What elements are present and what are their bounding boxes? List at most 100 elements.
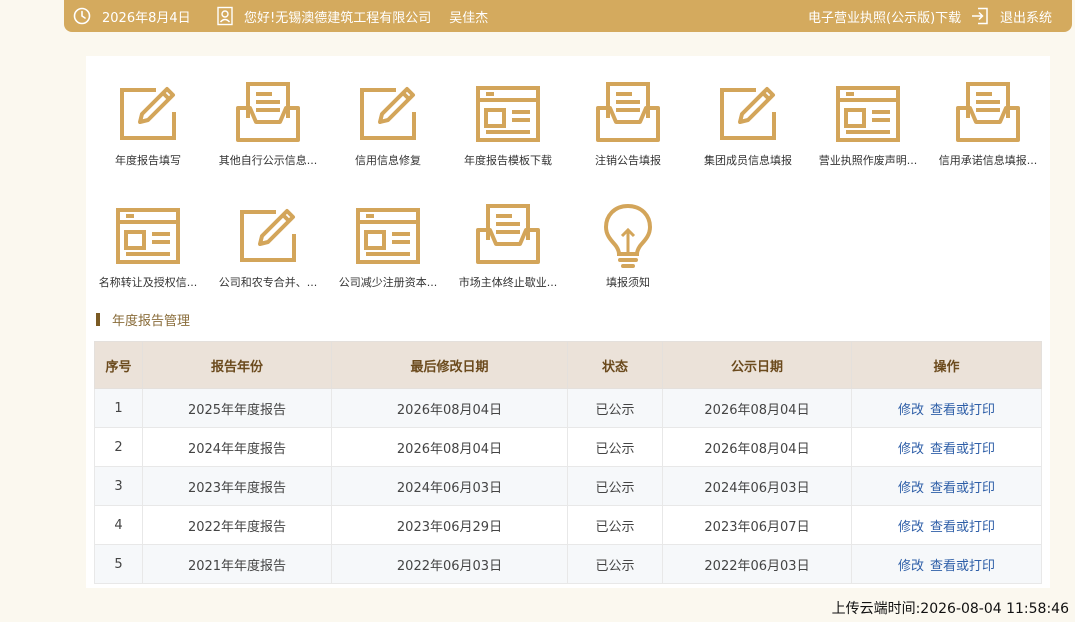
cell-actions: 修改 查看或打印 bbox=[851, 544, 1042, 584]
tile-label: 其他自行公示信息... bbox=[218, 154, 318, 167]
tile-3[interactable]: 信用信息修复 bbox=[328, 78, 448, 188]
top-header-bar: 2026年8月4日 您好!无锡澳德建筑工程有限公司 吴佳杰 电子营业执照(公示版… bbox=[64, 0, 1072, 32]
tile-12[interactable]: 市场主体终止歇业... bbox=[448, 200, 568, 310]
logout-label: 退出系统 bbox=[1000, 10, 1053, 26]
cell-modified: 2024年06月03日 bbox=[331, 466, 568, 506]
template-icon bbox=[832, 78, 904, 150]
col-header-published: 公示日期 bbox=[662, 341, 852, 389]
tile-label: 营业执照作废声明... bbox=[818, 154, 918, 167]
tile-11[interactable]: 公司减少注册资本... bbox=[328, 200, 448, 310]
cell-published: 2023年06月07日 bbox=[662, 505, 852, 545]
tile-4[interactable]: 年度报告模板下载 bbox=[448, 78, 568, 188]
cell-status: 已公示 bbox=[567, 427, 663, 467]
cell-actions: 修改 查看或打印 bbox=[851, 388, 1042, 428]
col-header-modified: 最后修改日期 bbox=[331, 341, 568, 389]
inbox-icon bbox=[952, 78, 1024, 150]
tile-5[interactable]: 注销公告填报 bbox=[568, 78, 688, 188]
cell-status: 已公示 bbox=[567, 544, 663, 584]
cell-no: 3 bbox=[94, 466, 143, 506]
tile-label: 信用承诺信息填报... bbox=[938, 154, 1038, 167]
edit-icon bbox=[232, 200, 304, 272]
cell-no: 4 bbox=[94, 505, 143, 545]
col-header-no: 序号 bbox=[94, 341, 143, 389]
view-print-link[interactable]: 查看或打印 bbox=[930, 559, 995, 574]
col-header-status: 状态 bbox=[567, 341, 663, 389]
user-name: 吴佳杰 bbox=[449, 10, 489, 26]
cell-no: 2 bbox=[94, 427, 143, 467]
user-greeting: 您好!无锡澳德建筑工程有限公司 吴佳杰 bbox=[216, 0, 488, 32]
tile-label: 集团成员信息填报 bbox=[704, 154, 792, 167]
edit-link[interactable]: 修改 bbox=[898, 559, 924, 574]
tile-1[interactable]: 年度报告填写 bbox=[88, 78, 208, 188]
cell-modified: 2026年08月04日 bbox=[331, 427, 568, 467]
current-date: 2026年8月4日 bbox=[102, 10, 191, 26]
template-icon bbox=[112, 200, 184, 272]
cell-published: 2026年08月04日 bbox=[662, 388, 852, 428]
inbox-icon bbox=[592, 78, 664, 150]
cell-actions: 修改 查看或打印 bbox=[851, 427, 1042, 467]
upload-time: 上传云端时间:2026-08-04 11:58:46 bbox=[831, 601, 1069, 617]
annual-report-table: 序号 报告年份 最后修改日期 状态 公示日期 操作 1 2025年年度报告 2026… bbox=[94, 341, 1042, 584]
edit-link[interactable]: 修改 bbox=[898, 403, 924, 418]
tile-label: 信用信息修复 bbox=[355, 154, 421, 167]
tile-13[interactable]: 填报须知 bbox=[568, 200, 688, 310]
clock-icon bbox=[72, 6, 92, 26]
cell-no: 1 bbox=[94, 388, 143, 428]
cell-status: 已公示 bbox=[567, 388, 663, 428]
cell-year: 2023年年度报告 bbox=[142, 466, 332, 506]
tile-label: 名称转让及授权信... bbox=[98, 276, 198, 289]
tile-label: 年度报告填写 bbox=[115, 154, 181, 167]
lightbulb-icon bbox=[592, 200, 664, 272]
logout-icon bbox=[970, 6, 990, 26]
tile-label: 注销公告填报 bbox=[595, 154, 661, 167]
tile-label: 公司减少注册资本... bbox=[338, 276, 438, 289]
tile-label: 市场主体终止歇业... bbox=[458, 276, 558, 289]
edit-icon bbox=[352, 78, 424, 150]
view-print-link[interactable]: 查看或打印 bbox=[930, 520, 995, 535]
cell-published: 2024年06月03日 bbox=[662, 466, 852, 506]
license-download-link[interactable]: 电子营业执照(公示版)下载 bbox=[808, 0, 961, 32]
edit-icon bbox=[112, 78, 184, 150]
tile-9[interactable]: 名称转让及授权信... bbox=[88, 200, 208, 310]
user-badge-icon bbox=[216, 6, 234, 26]
edit-link[interactable]: 修改 bbox=[898, 481, 924, 496]
edit-icon bbox=[712, 78, 784, 150]
license-download-label: 电子营业执照(公示版)下载 bbox=[808, 10, 962, 26]
section-title: 年度报告管理 bbox=[96, 310, 191, 329]
tile-label: 公司和农专合并、... bbox=[218, 276, 318, 289]
table-row: 2 2024年年度报告 2026年08月04日 已公示 2026年08月04日 修改 查看或… bbox=[94, 427, 1042, 467]
col-header-year: 报告年份 bbox=[142, 341, 332, 389]
view-print-link[interactable]: 查看或打印 bbox=[930, 442, 995, 457]
tile-10[interactable]: 公司和农专合并、... bbox=[208, 200, 328, 310]
logout-button[interactable]: 退出系统 bbox=[970, 0, 1052, 32]
cell-published: 2026年08月04日 bbox=[662, 427, 852, 467]
cell-year: 2021年年度报告 bbox=[142, 544, 332, 584]
tile-label: 年度报告模板下载 bbox=[464, 154, 552, 167]
cell-year: 2025年年度报告 bbox=[142, 388, 332, 428]
inbox-icon bbox=[232, 78, 304, 150]
template-icon bbox=[472, 78, 544, 150]
table-row: 4 2022年年度报告 2023年06月29日 已公示 2023年06月07日 修改 查看或… bbox=[94, 505, 1042, 545]
date-display: 2026年8月4日 bbox=[72, 0, 191, 32]
greeting-text: 您好!无锡澳德建筑工程有限公司 bbox=[244, 10, 432, 26]
cell-modified: 2022年06月03日 bbox=[331, 544, 568, 584]
tile-2[interactable]: 其他自行公示信息... bbox=[208, 78, 328, 188]
table-row: 1 2025年年度报告 2026年08月04日 已公示 2026年08月04日 修改 查看或… bbox=[94, 388, 1042, 428]
cell-year: 2022年年度报告 bbox=[142, 505, 332, 545]
section-title-text: 年度报告管理 bbox=[112, 313, 191, 329]
tile-8[interactable]: 信用承诺信息填报... bbox=[928, 78, 1048, 188]
cell-status: 已公示 bbox=[567, 466, 663, 506]
cell-published: 2022年06月03日 bbox=[662, 544, 852, 584]
cell-no: 5 bbox=[94, 544, 143, 584]
edit-link[interactable]: 修改 bbox=[898, 442, 924, 457]
edit-link[interactable]: 修改 bbox=[898, 520, 924, 535]
view-print-link[interactable]: 查看或打印 bbox=[930, 403, 995, 418]
cell-modified: 2026年08月04日 bbox=[331, 388, 568, 428]
col-header-actions: 操作 bbox=[851, 341, 1042, 389]
view-print-link[interactable]: 查看或打印 bbox=[930, 481, 995, 496]
cell-modified: 2023年06月29日 bbox=[331, 505, 568, 545]
tile-7[interactable]: 营业执照作废声明... bbox=[808, 78, 928, 188]
tile-label: 填报须知 bbox=[606, 276, 650, 289]
cell-actions: 修改 查看或打印 bbox=[851, 505, 1042, 545]
tile-6[interactable]: 集团成员信息填报 bbox=[688, 78, 808, 188]
